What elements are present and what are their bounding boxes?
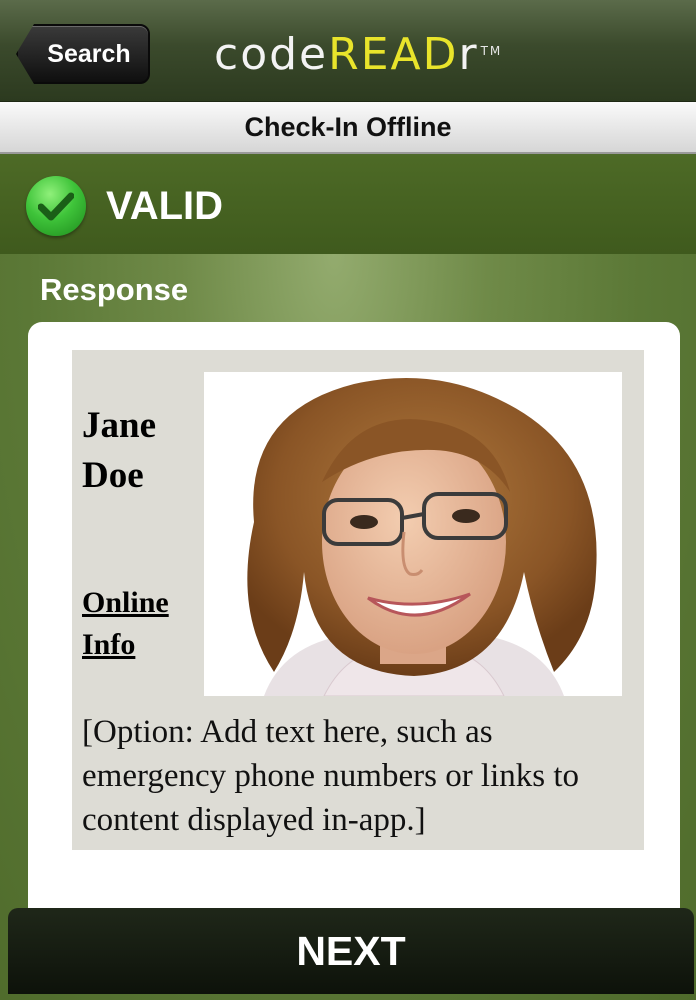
optional-note-text: [Option: Add text here, such as emergenc… (82, 714, 580, 838)
online-info-link[interactable]: Online (82, 586, 169, 620)
check-circle-icon (26, 176, 86, 236)
page-title-text: Check-In Offline (244, 111, 452, 142)
page-title: Check-In Offline (0, 102, 696, 154)
app-logo: codeREADr TM (214, 29, 503, 80)
person-photo (204, 372, 622, 696)
status-banner (0, 156, 696, 254)
search-back-button[interactable]: Search (16, 24, 150, 84)
next-button[interactable]: NEXT (8, 908, 694, 994)
response-label: Response (40, 272, 189, 307)
status-text: VALID (106, 184, 224, 228)
next-button-label: NEXT (296, 927, 406, 974)
person-first-name: Jane (82, 405, 156, 446)
online-info-link-continued[interactable]: Info (82, 628, 135, 662)
person-last-name: Doe (82, 455, 144, 496)
back-button-label: Search (47, 39, 131, 68)
navigation-bar: Search codeREADr TM (0, 0, 696, 102)
